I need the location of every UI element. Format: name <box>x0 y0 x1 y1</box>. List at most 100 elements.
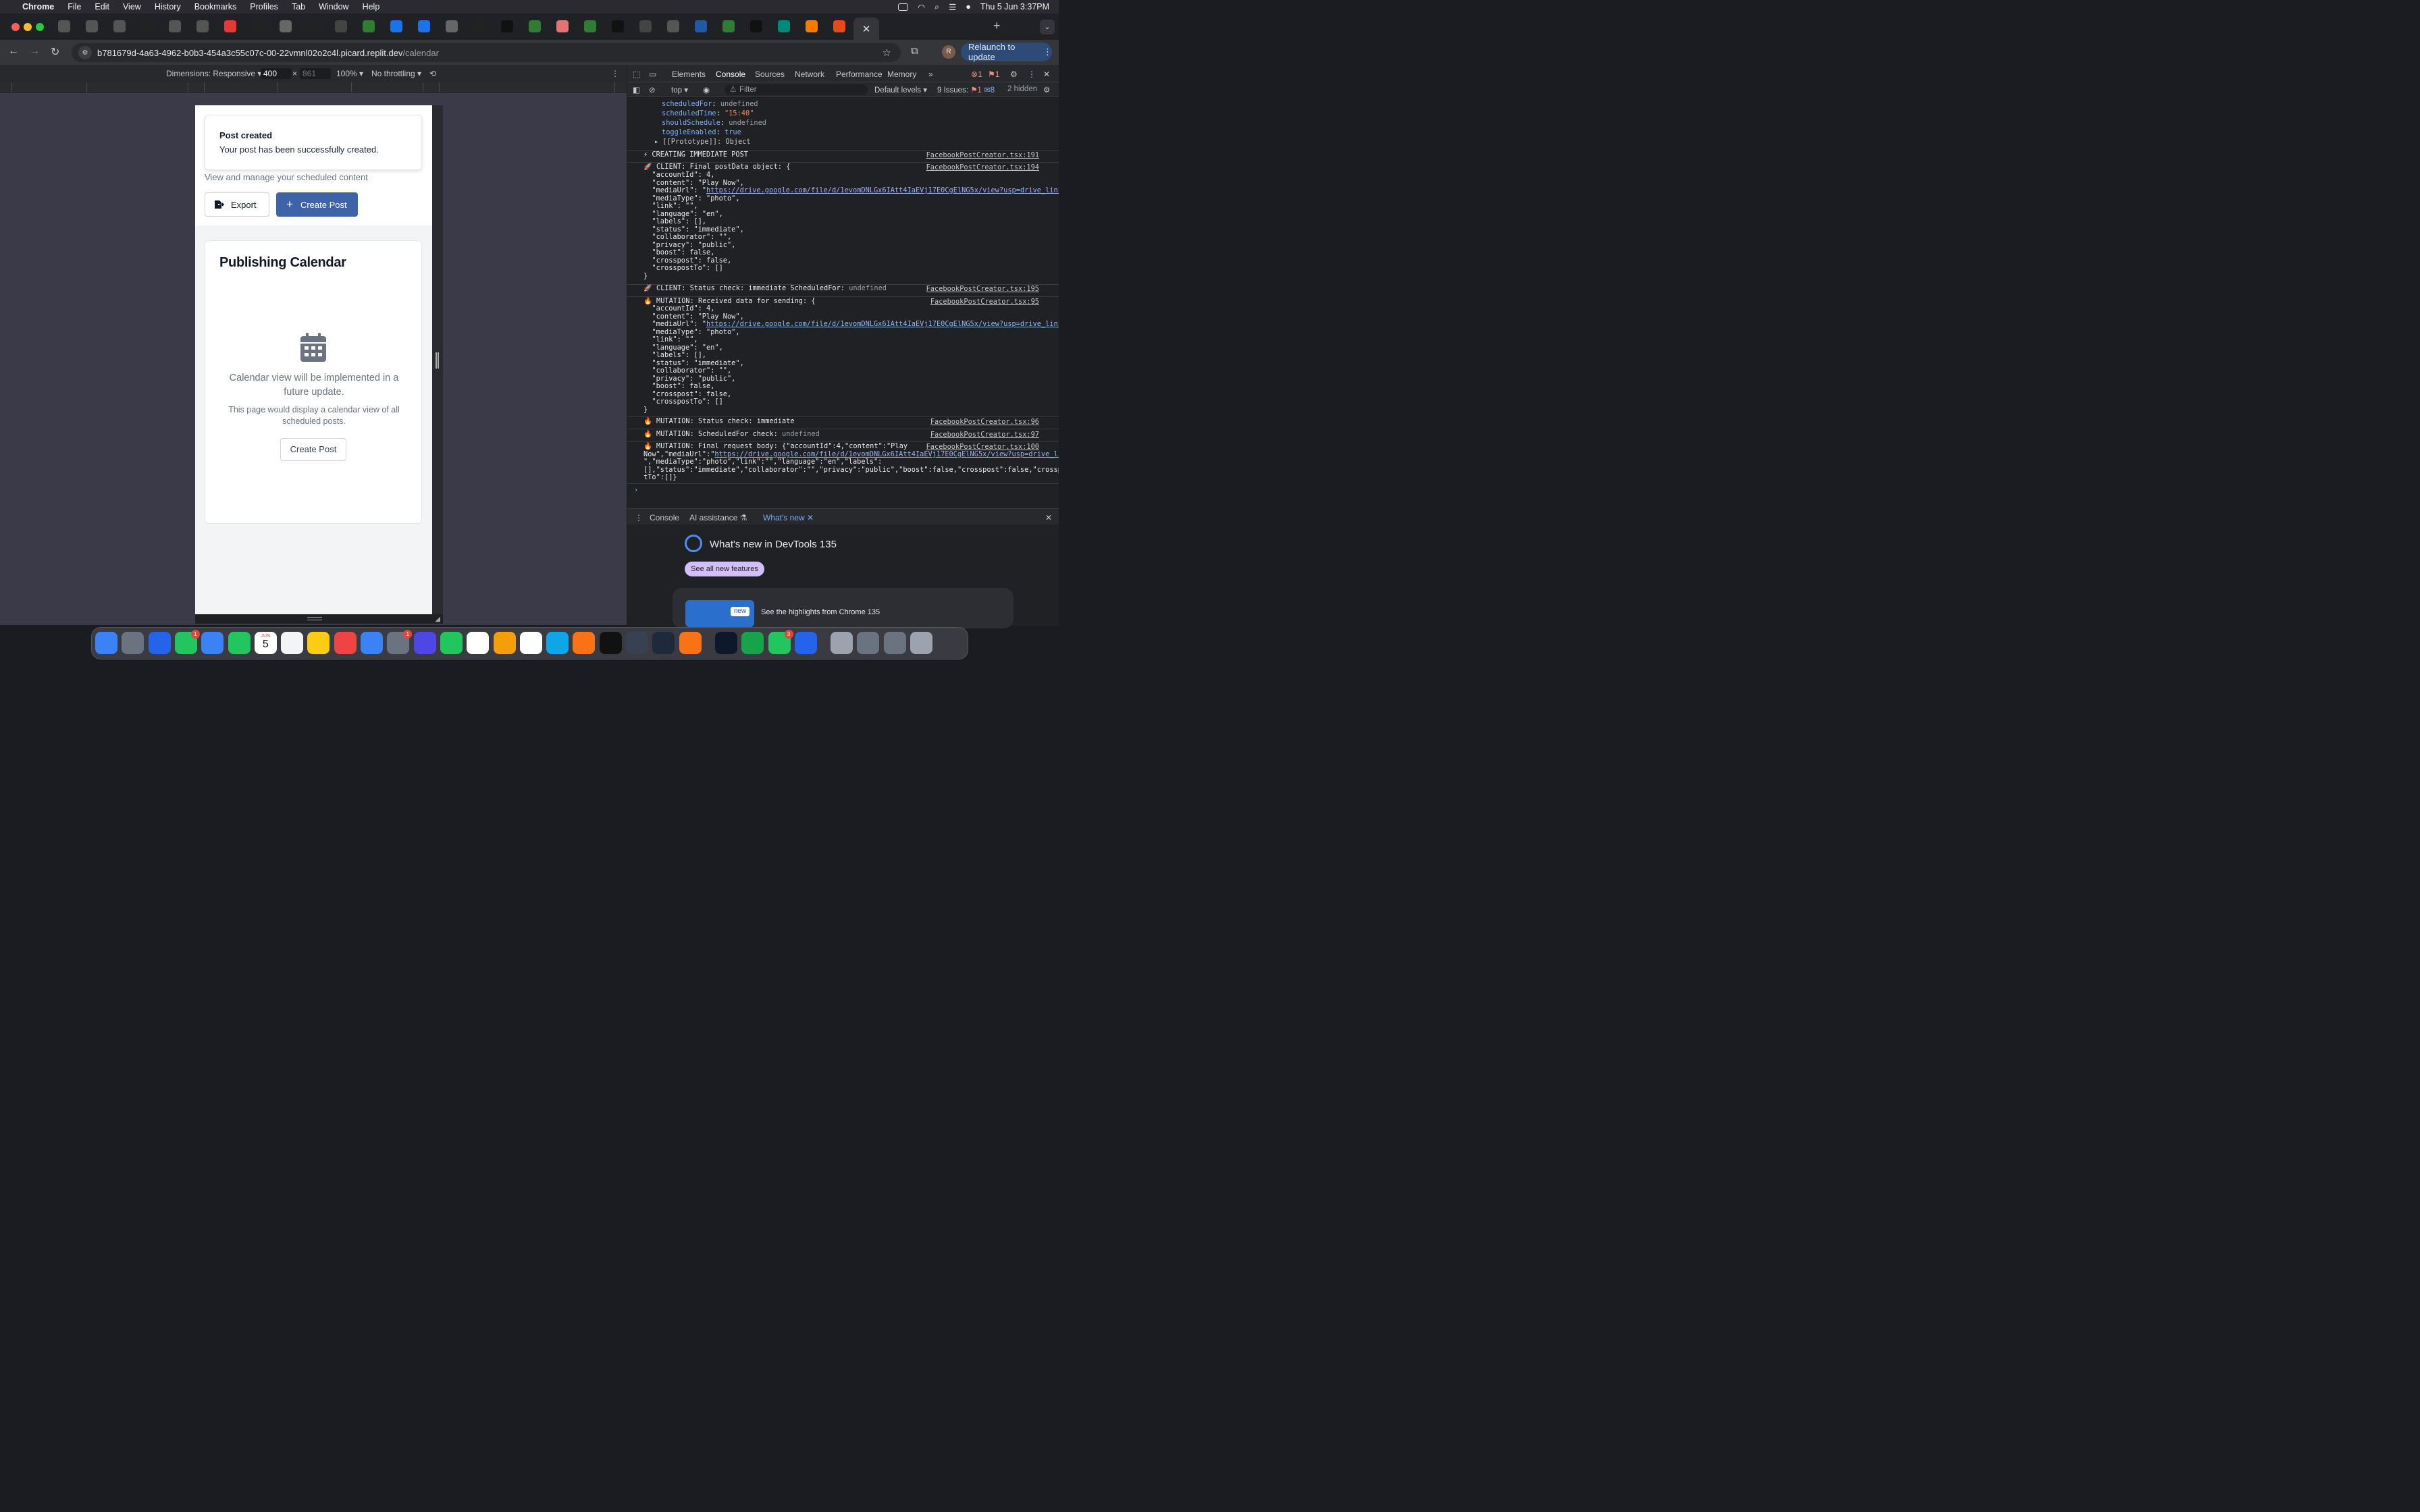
slack-icon[interactable] <box>519 632 542 654</box>
calendar-app-icon[interactable]: JUN 5 <box>254 632 277 654</box>
browser-tab-23[interactable] <box>667 20 679 32</box>
warning-counter[interactable]: ⚑1 <box>988 70 999 79</box>
browser-tab-13[interactable] <box>390 20 402 32</box>
device-more-icon[interactable]: ⋮ <box>611 69 619 78</box>
menu-history[interactable]: History <box>155 2 181 11</box>
site-info-icon[interactable]: ⚙ <box>78 46 92 59</box>
toast-notification[interactable]: Post created Your post has been successf… <box>205 115 422 170</box>
throttling-select[interactable]: No throttling ▾ <box>371 69 421 78</box>
browser-tab-27[interactable] <box>778 20 790 32</box>
media-url-link[interactable]: https://drive.google.com/file/d/1evomDNL… <box>706 186 1059 194</box>
menu-edit[interactable]: Edit <box>95 2 109 11</box>
facetime-icon[interactable] <box>228 632 251 654</box>
trash-icon[interactable] <box>910 632 932 654</box>
close-window-button[interactable] <box>11 23 20 31</box>
system-settings-icon[interactable]: 1 <box>387 630 413 654</box>
browser-tab-9[interactable] <box>280 20 292 32</box>
export-button[interactable]: Export <box>205 192 269 217</box>
menubar-clock[interactable]: Thu 5 Jun 3:37PM <box>980 2 1049 11</box>
log-source-link[interactable]: FacebookPostCreator.tsx:191 <box>926 151 1039 159</box>
browser-tab-26[interactable] <box>750 20 762 32</box>
context-select[interactable]: top ▾ <box>671 85 688 94</box>
resize-handle-bottom[interactable]: ◢ <box>195 614 443 624</box>
safari-icon[interactable] <box>148 632 171 654</box>
finder-icon[interactable] <box>95 632 117 654</box>
corner-resize-icon[interactable]: ◢ <box>435 616 440 623</box>
music-icon[interactable] <box>334 632 357 654</box>
active-tab[interactable]: ✕ <box>853 18 879 40</box>
outlook-icon[interactable] <box>546 632 569 654</box>
close-devtools-icon[interactable]: ✕ <box>1043 70 1050 79</box>
resize-handle-right[interactable] <box>436 352 439 369</box>
spotlight-icon[interactable]: ⌕ <box>935 2 939 12</box>
browser-tab-18[interactable] <box>529 20 541 32</box>
battery-icon[interactable] <box>898 3 909 11</box>
browser-tab-4[interactable] <box>141 20 153 32</box>
relaunch-button[interactable]: Relaunch to update ⋮ <box>961 42 1052 62</box>
address-bar[interactable]: ⚙ b781679d-4a63-4962-b0b3-454a3c55c07c-0… <box>72 43 901 62</box>
menu-app-name[interactable]: Chrome <box>22 2 54 11</box>
menu-profiles[interactable]: Profiles <box>250 2 278 11</box>
browser-tab-29[interactable] <box>833 20 845 32</box>
more-tabs-icon[interactable]: » <box>928 70 933 79</box>
browser-tab-20[interactable] <box>584 20 596 32</box>
forward-icon[interactable]: → <box>29 45 40 57</box>
console-settings-icon[interactable]: ⚙ <box>1043 85 1050 94</box>
height-input[interactable]: 861 <box>300 68 331 79</box>
zoom-select[interactable]: 100% ▾ <box>336 69 363 78</box>
word-icon[interactable] <box>794 632 817 654</box>
media-query-ruler[interactable] <box>0 82 627 92</box>
browser-tab-12[interactable] <box>363 20 375 32</box>
back-icon[interactable]: ← <box>8 45 19 57</box>
cursor-icon[interactable] <box>599 632 622 654</box>
tab-console[interactable]: Console <box>716 70 746 84</box>
browser-tab-8[interactable] <box>252 20 264 32</box>
devtools-menu-icon[interactable]: ⋮ <box>1028 70 1036 79</box>
browser-tab-2[interactable] <box>86 20 98 32</box>
browser-tab-5[interactable] <box>169 20 181 32</box>
prototype-line[interactable]: ▸ [[Prototype]]: Object <box>654 138 1059 146</box>
wireshark-icon[interactable] <box>652 632 675 654</box>
see-all-features-button[interactable]: See all new features <box>685 562 764 576</box>
log-source-link[interactable]: FacebookPostCreator.tsx:96 <box>930 418 1039 426</box>
whatsapp-icon[interactable] <box>440 632 463 654</box>
browser-tab-16[interactable] <box>473 20 485 32</box>
close-drawer-icon[interactable]: ✕ <box>1045 513 1052 522</box>
menu-window[interactable]: Window <box>319 2 348 11</box>
width-input[interactable]: 400 <box>261 68 292 79</box>
close-tab-icon[interactable]: ✕ <box>807 513 814 522</box>
wifi-icon[interactable]: ◠ <box>918 2 925 12</box>
messages-icon[interactable]: 1 <box>174 630 200 654</box>
media-url-link[interactable]: https://drive.google.com/file/d/1evomDNL… <box>706 320 1059 328</box>
console-prompt[interactable]: › <box>634 486 1059 495</box>
app-store-icon[interactable] <box>361 632 383 654</box>
more-icon[interactable]: ⋮ <box>1043 47 1052 57</box>
browser-tab-6[interactable] <box>196 20 209 32</box>
minimize-window-button[interactable] <box>24 23 32 31</box>
documents-stack-icon[interactable] <box>883 632 906 654</box>
chrome-icon[interactable] <box>467 632 490 654</box>
drawer-tab-console[interactable]: Console <box>650 513 679 522</box>
menu-tab[interactable]: Tab <box>292 2 305 11</box>
menu-help[interactable]: Help <box>363 2 380 11</box>
tab-search-button[interactable]: ⌄ <box>1040 20 1055 34</box>
clear-console-icon[interactable]: ⊘ <box>649 85 656 94</box>
rotate-icon[interactable]: ⟲ <box>429 69 436 78</box>
menu-bookmarks[interactable]: Bookmarks <box>194 2 237 11</box>
settings-icon[interactable]: ⚙ <box>1010 70 1018 79</box>
menu-file[interactable]: File <box>68 2 81 11</box>
close-tab-icon[interactable]: ✕ <box>862 23 871 35</box>
console-output[interactable]: scheduledFor: undefined scheduledTime: "1… <box>627 98 1059 508</box>
new-tab-button[interactable]: + <box>993 19 1001 33</box>
browser-tab-19[interactable] <box>556 20 569 32</box>
zoom-window-button[interactable] <box>36 23 44 31</box>
drawer-menu-icon[interactable]: ⋮ <box>635 513 643 522</box>
extensions-icon[interactable]: ⧉ <box>911 45 918 57</box>
postman-icon[interactable] <box>573 632 596 654</box>
browser-tab-15[interactable] <box>446 20 458 32</box>
issues-counter[interactable]: 9 Issues: ⚑1 ✉8 <box>937 85 995 94</box>
log-levels-select[interactable]: Default levels ▾ <box>874 85 927 94</box>
create-post-button[interactable]: + Create Post <box>276 192 358 217</box>
profile-avatar[interactable]: R <box>942 45 955 59</box>
browser-tab-28[interactable] <box>806 20 818 32</box>
